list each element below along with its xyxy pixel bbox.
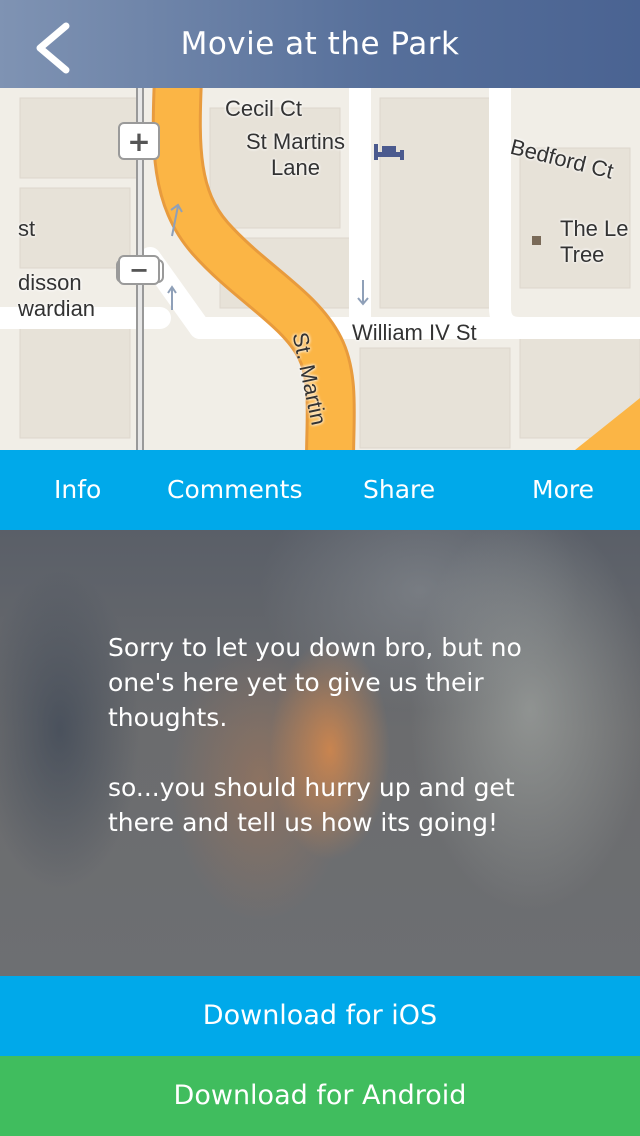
map-label-the-le-tree: The Le Tree <box>560 216 629 267</box>
map-label-st-martins-lane: St Martins Lane <box>246 129 346 180</box>
empty-state-message: Sorry to let you down bro, but no one's … <box>108 633 522 837</box>
map-label-radisson-edwardian: disson wardian <box>18 270 96 321</box>
map-label-cecil-ct: Cecil Ct <box>225 96 303 121</box>
map-view[interactable]: Cecil Ct St Martins Lane Bedford Ct The … <box>0 88 640 450</box>
zoom-in-button[interactable]: + <box>118 122 160 160</box>
download-ios-button[interactable]: Download for iOS <box>0 976 640 1056</box>
comments-panel: Sorry to let you down bro, but no one's … <box>0 530 640 976</box>
tab-info[interactable]: Info <box>54 450 101 530</box>
header-bar: Movie at the Park <box>0 0 640 88</box>
tab-more[interactable]: More <box>532 450 594 530</box>
tab-share[interactable]: Share <box>363 450 435 530</box>
download-android-button[interactable]: Download for Android <box>0 1056 640 1136</box>
tab-comments[interactable]: Comments <box>167 450 303 530</box>
map-label-st-fragment: st <box>18 216 36 241</box>
map-label-william-iv-st: William IV St <box>352 320 477 345</box>
tab-bar: Info Comments Share More <box>0 450 640 530</box>
page-title: Movie at the Park <box>180 26 460 62</box>
zoom-out-button[interactable]: − <box>118 255 160 285</box>
